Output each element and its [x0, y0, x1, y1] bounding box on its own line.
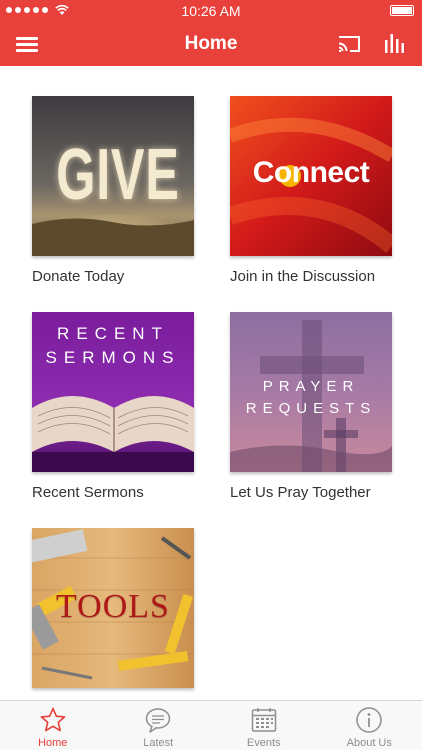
tile-tools[interactable]: TOOLS	[32, 528, 194, 688]
calendar-icon	[251, 708, 276, 732]
tab-label: About Us	[346, 737, 392, 749]
connect-image: Connect	[230, 96, 392, 256]
tile-sermons[interactable]: RECENT SERMONS Recent Sermons	[32, 312, 194, 501]
cast-icon[interactable]	[336, 32, 362, 56]
content-grid: GIVE Donate Today Connect Join in the Di…	[0, 66, 422, 700]
battery-icon	[390, 5, 414, 16]
give-image-text: GIVE	[56, 135, 180, 215]
sermons-image-text-2: SERMONS	[45, 348, 181, 367]
status-bar: 10:26 AM	[0, 0, 422, 22]
tile-label: Let Us Pray Together	[230, 484, 371, 501]
tile-prayer[interactable]: PRAYER REQUESTS Let Us Pray Together	[230, 312, 392, 501]
status-time: 10:26 AM	[181, 3, 241, 19]
prayer-image-text-2: REQUESTS	[245, 400, 377, 417]
tab-label: Home	[38, 737, 68, 749]
tab-home[interactable]: Home	[0, 701, 106, 750]
tab-bar: Home Latest Events About Us	[0, 700, 422, 750]
prayer-image-text-1: PRAYER	[262, 378, 360, 395]
star-icon	[40, 707, 66, 732]
nav-bar: Home	[0, 22, 422, 66]
tab-about[interactable]: About Us	[317, 701, 422, 750]
sermons-image-text-1: RECENT	[57, 324, 169, 343]
tools-image-text: TOOLS	[56, 588, 170, 625]
info-icon	[356, 707, 382, 733]
sermons-image: RECENT SERMONS	[32, 312, 194, 472]
tab-label: Latest	[143, 737, 174, 749]
connect-image-text: Connect	[252, 156, 370, 189]
tile-label: Recent Sermons	[32, 484, 144, 501]
tile-label: Join in the Discussion	[230, 268, 376, 285]
prayer-image: PRAYER REQUESTS	[230, 312, 392, 472]
chat-bubble-icon	[146, 708, 171, 733]
tile-label: Donate Today	[32, 268, 125, 285]
tab-latest[interactable]: Latest	[106, 701, 212, 750]
tab-label: Events	[246, 737, 281, 749]
tile-donate[interactable]: GIVE Donate Today	[32, 96, 194, 285]
stats-icon[interactable]	[382, 30, 408, 56]
give-image: GIVE	[32, 96, 194, 256]
tab-events[interactable]: Events	[211, 701, 317, 750]
tools-image: TOOLS	[32, 528, 194, 688]
tile-connect[interactable]: Connect Join in the Discussion	[230, 96, 392, 285]
